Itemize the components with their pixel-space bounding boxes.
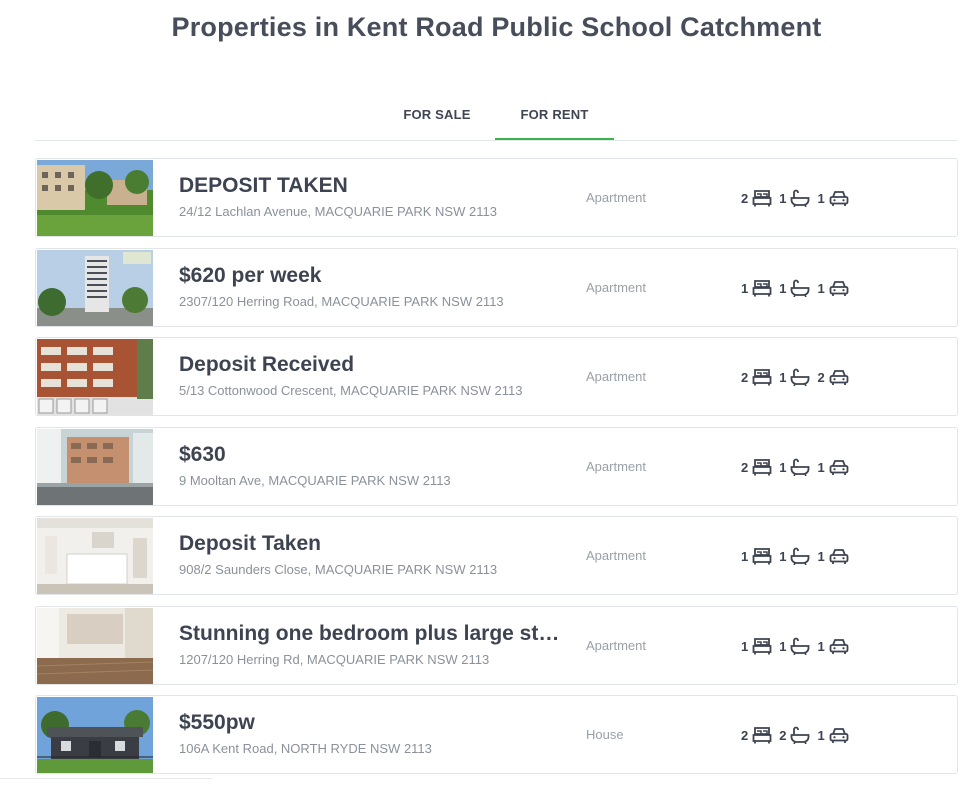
property-card[interactable]: $550pw 106A Kent Road, NORTH RYDE NSW 21…: [35, 695, 958, 774]
property-features: 1 1 1: [741, 545, 856, 567]
property-features: 2 1 2: [741, 366, 856, 388]
property-type: Apartment: [586, 638, 646, 653]
property-type: Apartment: [586, 459, 646, 474]
listing-address: 5/13 Cottonwood Crescent, MACQUARIE PARK…: [179, 383, 523, 398]
property-type: Apartment: [586, 369, 646, 384]
property-features: 1 1 1: [741, 277, 856, 299]
listing-headline: Deposit Received: [179, 353, 355, 376]
bath-count: 1: [779, 548, 787, 564]
bath-count: 1: [779, 280, 787, 296]
bath-icon: [790, 279, 810, 297]
car-count: 1: [817, 280, 825, 296]
listing-address: 9 Mooltan Ave, MACQUARIE PARK NSW 2113: [179, 473, 451, 488]
property-photo: [37, 518, 153, 594]
car-count: 1: [817, 548, 825, 564]
listing-address: 1207/120 Herring Rd, MACQUARIE PARK NSW …: [179, 652, 490, 667]
bath-icon: [790, 368, 810, 386]
bath-icon: [790, 189, 810, 207]
listing-tabs: FOR SALE FOR RENT: [35, 96, 958, 141]
tab-for-sale[interactable]: FOR SALE: [380, 96, 494, 138]
listing-headline: $550pw: [179, 711, 255, 734]
car-icon: [829, 547, 849, 565]
property-features: 1 1 1: [741, 635, 856, 657]
bath-count: 1: [779, 638, 787, 654]
property-card[interactable]: Deposit Taken 908/2 Saunders Close, MACQ…: [35, 516, 958, 595]
listing-headline: $630: [179, 443, 226, 466]
bed-count: 2: [741, 727, 749, 743]
tab-for-rent[interactable]: FOR RENT: [495, 96, 614, 140]
car-icon: [829, 279, 849, 297]
car-count: 1: [817, 190, 825, 206]
property-photo: [37, 160, 153, 236]
property-photo: [37, 608, 153, 684]
property-photo: [37, 697, 153, 773]
bath-count: 1: [779, 459, 787, 475]
property-features: 2 2 1: [741, 724, 856, 746]
property-card[interactable]: Stunning one bedroom plus large stud... …: [35, 606, 958, 685]
bed-icon: [752, 637, 772, 655]
bath-icon: [790, 547, 810, 565]
listing-headline: Deposit Taken: [179, 532, 321, 555]
listing-address: 24/12 Lachlan Avenue, MACQUARIE PARK NSW…: [179, 204, 497, 219]
car-icon: [829, 189, 849, 207]
listing-headline: DEPOSIT TAKEN: [179, 174, 348, 197]
bed-icon: [752, 547, 772, 565]
property-type: Apartment: [586, 190, 646, 205]
car-count: 2: [817, 369, 825, 385]
listing-headline: Stunning one bedroom plus large stud...: [179, 622, 565, 645]
car-icon: [829, 726, 849, 744]
property-type: House: [586, 727, 624, 742]
bed-count: 2: [741, 369, 749, 385]
property-photo: [37, 429, 153, 505]
car-icon: [829, 458, 849, 476]
property-card[interactable]: Deposit Received 5/13 Cottonwood Crescen…: [35, 337, 958, 416]
car-count: 1: [817, 459, 825, 475]
property-card[interactable]: $630 9 Mooltan Ave, MACQUARIE PARK NSW 2…: [35, 427, 958, 506]
bed-icon: [752, 726, 772, 744]
bath-count: 1: [779, 369, 787, 385]
car-icon: [829, 637, 849, 655]
page-title: Properties in Kent Road Public School Ca…: [171, 12, 822, 42]
property-type: Apartment: [586, 280, 646, 295]
car-count: 1: [817, 638, 825, 654]
bath-icon: [790, 458, 810, 476]
bed-count: 1: [741, 280, 749, 296]
property-card[interactable]: DEPOSIT TAKEN 24/12 Lachlan Avenue, MACQ…: [35, 158, 958, 237]
divider: [0, 778, 212, 779]
car-count: 1: [817, 727, 825, 743]
bath-icon: [790, 637, 810, 655]
property-type: Apartment: [586, 548, 646, 563]
property-photo: [37, 339, 153, 415]
listing-address: 908/2 Saunders Close, MACQUARIE PARK NSW…: [179, 562, 498, 577]
bed-icon: [752, 458, 772, 476]
bed-icon: [752, 189, 772, 207]
bed-count: 2: [741, 190, 749, 206]
property-features: 2 1 1: [741, 456, 856, 478]
bed-icon: [752, 368, 772, 386]
bath-count: 1: [779, 190, 787, 206]
listing-headline: $620 per week: [179, 264, 322, 287]
property-card[interactable]: $620 per week 2307/120 Herring Road, MAC…: [35, 248, 958, 327]
listing-address: 2307/120 Herring Road, MACQUARIE PARK NS…: [179, 294, 504, 309]
bath-count: 2: [779, 727, 787, 743]
bed-count: 2: [741, 459, 749, 475]
property-features: 2 1 1: [741, 187, 856, 209]
bath-icon: [790, 726, 810, 744]
bed-icon: [752, 279, 772, 297]
car-icon: [829, 368, 849, 386]
property-photo: [37, 250, 153, 326]
bed-count: 1: [741, 548, 749, 564]
bed-count: 1: [741, 638, 749, 654]
listing-address: 106A Kent Road, NORTH RYDE NSW 2113: [179, 741, 432, 756]
